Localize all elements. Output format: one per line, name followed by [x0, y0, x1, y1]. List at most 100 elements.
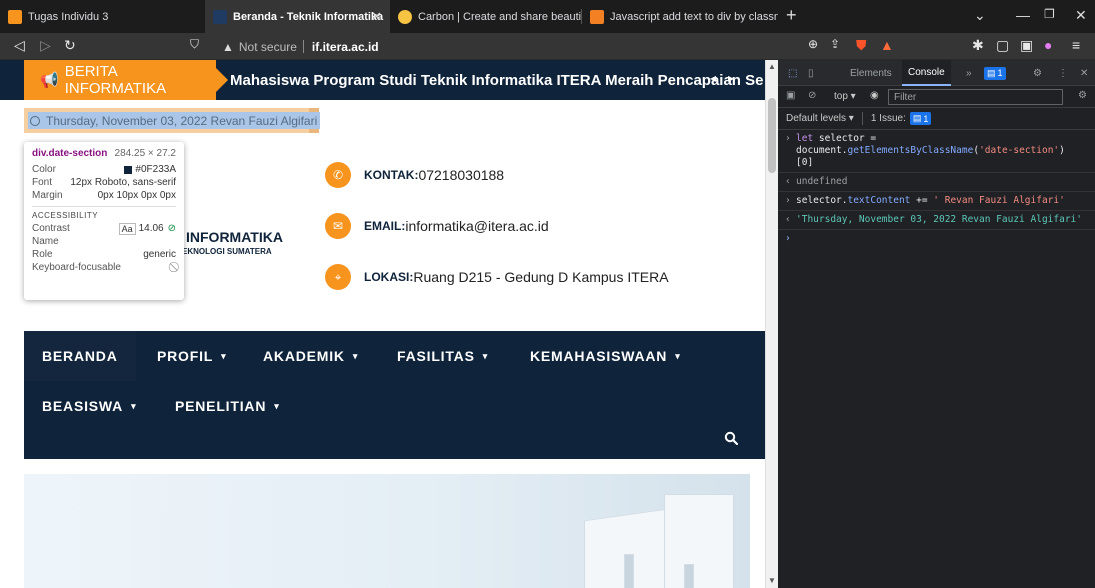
date-text: Thursday, November 03, 2022 Revan Fauzi …	[46, 113, 318, 128]
back-icon[interactable]: ◁	[14, 37, 25, 54]
tab-javascript[interactable]: Javascript add text to div by classnam	[582, 0, 778, 33]
more-tabs-icon[interactable]: »	[966, 60, 972, 86]
nav-beranda-label: BERANDA	[42, 348, 118, 364]
nav-beasiswa[interactable]: BEASISWA ▾	[42, 381, 136, 431]
code-text: document.	[796, 145, 848, 156]
nav-kemahasiswaan[interactable]: KEMAHASISWAAN ▾	[530, 331, 681, 381]
extensions-icon[interactable]: ✱	[972, 37, 984, 54]
restore-icon[interactable]: ❐	[1044, 7, 1055, 21]
new-tab-button[interactable]: +	[786, 5, 797, 26]
nav-penelitian[interactable]: PENELITIAN ▾	[175, 381, 280, 431]
result-arrow-icon: ‹	[785, 176, 791, 187]
code-keyword: let	[796, 133, 814, 144]
tab-close-icon[interactable]: ✕	[371, 9, 382, 25]
brave-rewards-icon[interactable]: ▲	[880, 37, 894, 53]
issues-badge[interactable]: ▤ 1	[984, 60, 1006, 86]
tooltip-dimensions: 284.25 × 27.2	[114, 148, 176, 159]
clear-console-icon[interactable]: ⊘	[808, 90, 816, 101]
prompt-chevron-icon: ›	[785, 233, 791, 244]
nav-akademik[interactable]: AKADEMIK ▾	[263, 331, 358, 381]
main-navbar: BERANDA PROFIL ▾ AKADEMIK ▾ FASILITAS ▾ KEM…	[24, 331, 765, 459]
close-window-icon[interactable]: ✕	[1075, 7, 1087, 24]
scrollbar-thumb[interactable]	[768, 98, 776, 173]
device-toolbar-icon[interactable]: ▯	[808, 60, 814, 86]
nav-akademik-label: AKADEMIK	[263, 348, 345, 364]
console-output-string: 'Thursday, November 03, 2022 Revan Fauzi…	[796, 214, 1082, 225]
console-input-line[interactable]: › let selector = document.getElementsByC…	[778, 130, 1095, 173]
contact-email-label: EMAIL:	[364, 219, 406, 233]
share-icon[interactable]: ⇪	[830, 37, 840, 51]
tab-elements[interactable]: Elements	[850, 60, 892, 86]
contact-location-label: LOKASI:	[364, 270, 414, 284]
levels-dropdown[interactable]: Default levels ▾	[786, 113, 854, 124]
nav-beranda[interactable]: BERANDA	[24, 331, 136, 381]
scroll-up-icon[interactable]: ▲	[768, 62, 776, 71]
page-scrollbar[interactable]: ▲ ▼	[765, 60, 778, 588]
minimize-icon[interactable]: —	[1016, 7, 1030, 23]
scroll-down-icon[interactable]: ▼	[768, 576, 776, 585]
tab-carbon[interactable]: Carbon | Create and share beautiful im	[390, 0, 582, 33]
sidebar-toggle-icon[interactable]: ▣	[786, 90, 795, 101]
wallet-icon[interactable]: ▣	[1020, 37, 1033, 54]
nav-fasilitas-label: FASILITAS	[397, 348, 475, 364]
news-label[interactable]: 📢 BERITA INFORMATIKA	[24, 60, 228, 100]
tooltip-margin-value: 0px 10px 0px 0px	[97, 190, 176, 201]
tab-console[interactable]: Console	[902, 60, 951, 86]
tab-favicon-icon	[590, 9, 604, 24]
bookmark-icon[interactable]: ⛉	[190, 37, 199, 52]
hero-building-shape	[664, 494, 734, 588]
kebab-menu-icon[interactable]: ⋮	[1058, 60, 1068, 86]
tab-tugas-individu[interactable]: Tugas Individu 3	[0, 0, 205, 33]
tab-beranda[interactable]: Beranda - Teknik Informatika ✕	[205, 0, 390, 33]
ticker-next-icon[interactable]: ▸	[728, 71, 734, 85]
contact-email: ✉ EMAIL: informatika@itera.ac.id	[325, 213, 549, 239]
settings-gear-icon[interactable]: ⚙	[1033, 60, 1042, 86]
console-settings-icon[interactable]: ⚙	[1078, 90, 1087, 101]
nav-profil[interactable]: PROFIL ▾	[157, 331, 226, 381]
mail-icon: ✉	[325, 213, 351, 239]
code-string: 'date-section'	[979, 145, 1060, 156]
message-icon: ▤	[912, 113, 922, 123]
console-prompt[interactable]: ›	[778, 230, 1095, 248]
context-selector[interactable]: top ▾	[834, 91, 856, 102]
chevron-down-icon: ▾	[274, 400, 280, 411]
issues-link[interactable]: 1 Issue: ▤ 1	[861, 112, 932, 125]
phone-icon: ✆	[325, 162, 351, 188]
contact-email-value[interactable]: informatika@itera.ac.id	[405, 218, 548, 234]
reload-icon[interactable]: ↻	[64, 37, 76, 54]
search-icon[interactable]	[724, 431, 739, 450]
menu-icon[interactable]: ≡	[1072, 37, 1080, 53]
forward-icon[interactable]: ▷	[40, 37, 51, 54]
news-headline[interactable]: Mahasiswa Program Studi Teknik Informati…	[230, 60, 765, 100]
address-bar[interactable]: ▲ Not secure if.itera.ac.id	[222, 36, 379, 57]
inspect-tooltip: div.date-section 284.25 × 27.2 Color #0F2…	[24, 142, 184, 300]
tooltip-margin-label: Margin	[32, 190, 63, 201]
inspect-element-icon[interactable]: ⬚	[788, 60, 797, 86]
logo-title[interactable]: INFORMATIKA	[186, 229, 283, 245]
zoom-icon[interactable]: ⊕	[808, 37, 818, 51]
sidebar-icon[interactable]: ▢	[996, 37, 1009, 54]
nav-kemahasiswaan-label: KEMAHASISWAAN	[530, 348, 668, 364]
tooltip-role-value: generic	[143, 249, 176, 260]
console-input-line[interactable]: › selector.textContent += ' Revan Fauzi …	[778, 192, 1095, 211]
levels-row: Default levels ▾ 1 Issue: ▤ 1	[778, 108, 1095, 130]
eye-icon[interactable]: ◉	[870, 90, 879, 101]
tab-title: Beranda - Teknik Informatika	[233, 10, 384, 23]
megaphone-icon: 📢	[40, 72, 59, 89]
code-text: selector.	[796, 195, 848, 206]
vpn-icon[interactable]: ●	[1044, 37, 1052, 53]
chevron-down-icon: ▾	[131, 400, 137, 411]
tooltip-name-label: Name	[32, 236, 59, 247]
issues-link-label: 1 Issue:	[870, 113, 906, 124]
prompt-chevron-icon: ›	[785, 195, 791, 206]
nav-profil-label: PROFIL	[157, 348, 214, 364]
tab-search-chevron-icon[interactable]: ⌄	[974, 7, 986, 24]
code-function: getElementsByClassName	[847, 145, 974, 156]
ticker-prev-icon[interactable]: ◂	[710, 71, 716, 85]
tab-favicon-icon	[8, 9, 22, 24]
brave-shield-icon[interactable]: ⛊	[856, 37, 867, 54]
nav-fasilitas[interactable]: FASILITAS ▾	[397, 331, 488, 381]
close-devtools-icon[interactable]: ✕	[1080, 60, 1088, 86]
tab-title: Carbon | Create and share beautiful im	[418, 10, 582, 23]
filter-input[interactable]: Filter	[888, 89, 1063, 105]
